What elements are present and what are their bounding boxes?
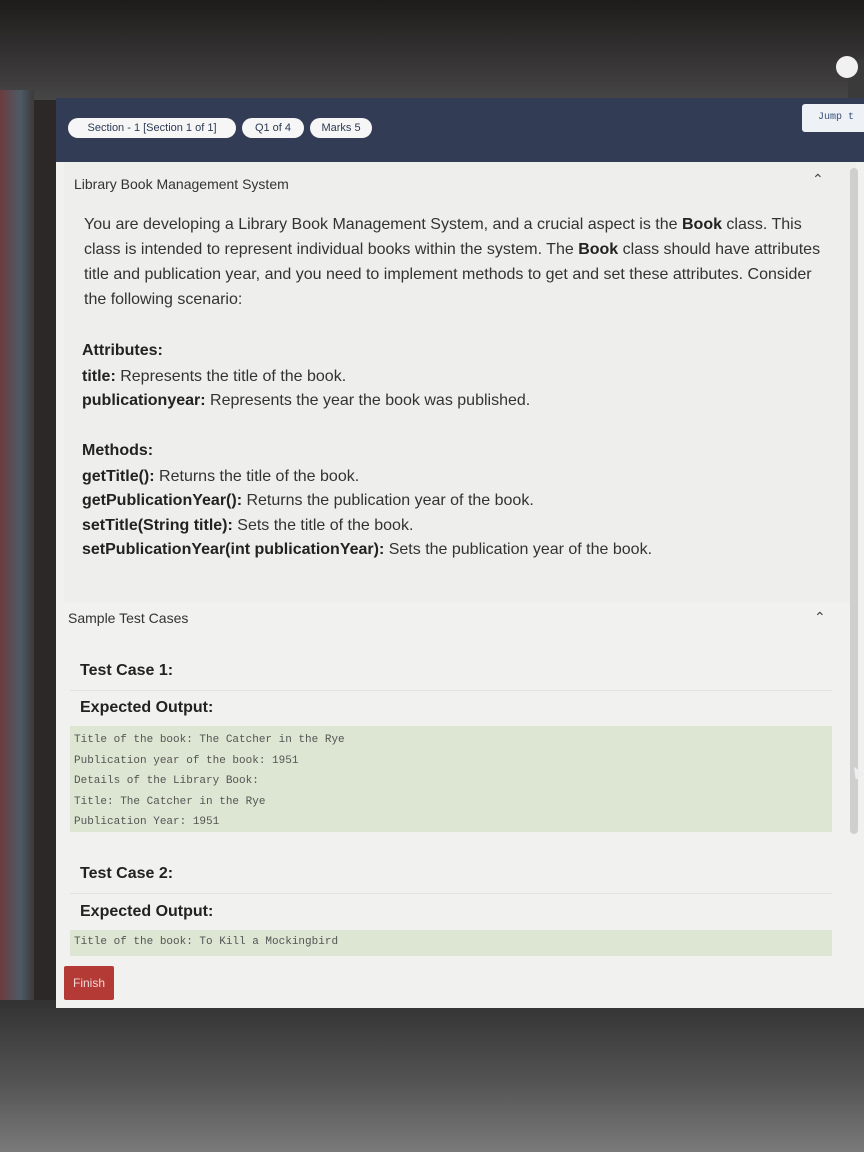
attribute-text: Represents the year the book was publish… — [205, 392, 531, 409]
method-line: getPublicationYear(): Returns the public… — [82, 492, 534, 510]
method-name: setPublicationYear(int publicationYear): — [82, 541, 385, 558]
laptop-bezel-bottom — [0, 1000, 864, 1152]
finish-button[interactable]: Finish — [64, 966, 114, 1000]
question-title: Library Book Management System — [74, 176, 289, 192]
attribute-text: Represents the title of the book. — [115, 368, 347, 385]
expected-output-box: Title of the book: The Catcher in the Ry… — [70, 726, 832, 832]
divider — [70, 893, 832, 894]
method-text: Returns the title of the book. — [154, 468, 360, 485]
method-line: setTitle(String title): Sets the title o… — [82, 517, 413, 535]
exam-screen: Section - 1 [Section 1 of 1] Q1 of 4 Mar… — [56, 98, 864, 1008]
chevron-up-icon[interactable]: ⌃ — [814, 610, 826, 624]
desc-bold: Book — [681, 216, 722, 233]
divider — [70, 690, 832, 691]
question-description: You are developing a Library Book Manage… — [84, 212, 824, 312]
method-name: getTitle(): — [82, 468, 155, 485]
question-panel: Library Book Management System ⌃ You are… — [64, 162, 856, 602]
expected-output-label: Expected Output: — [80, 903, 214, 920]
exam-header-bar: Section - 1 [Section 1 of 1] Q1 of 4 Mar… — [56, 98, 864, 162]
background-edge-left — [0, 90, 34, 1050]
attribute-line: title: Represents the title of the book. — [82, 368, 346, 386]
methods-heading: Methods: — [82, 442, 154, 459]
output-line: Publication year of the book: 1951 — [74, 754, 299, 767]
chevron-up-icon[interactable]: ⌃ — [812, 172, 824, 186]
output-line: Title: The Catcher in the Rye — [74, 795, 266, 808]
attribute-line: publicationyear: Represents the year the… — [82, 392, 530, 410]
sample-test-cases-heading: Sample Test Cases — [68, 610, 189, 626]
laptop-bezel-top — [0, 0, 864, 100]
attribute-name: publicationyear: — [82, 392, 206, 409]
test-case-label: Test Case 2: — [80, 865, 174, 882]
expected-output-label: Expected Output: — [80, 699, 214, 716]
method-line: getTitle(): Returns the title of the boo… — [82, 468, 359, 486]
section-selector[interactable]: Section - 1 [Section 1 of 1] — [68, 118, 236, 138]
method-text: Returns the publication year of the book… — [242, 492, 534, 509]
camera-light — [836, 56, 858, 78]
output-line: Title of the book: The Catcher in the Ry… — [74, 734, 345, 746]
method-name: getPublicationYear(): — [82, 492, 243, 509]
test-case-label: Test Case 1: — [80, 662, 174, 679]
attributes-heading: Attributes: — [82, 342, 163, 359]
method-text: Sets the title of the book. — [232, 517, 414, 534]
marks-badge: Marks 5 — [310, 118, 372, 138]
output-line: Title of the book: To Kill a Mockingbird — [74, 936, 339, 948]
desc-bold: Book — [578, 241, 619, 258]
method-text: Sets the publication year of the book. — [384, 541, 653, 558]
scrollbar[interactable] — [850, 168, 858, 834]
desc-text: You are developing a Library Book Manage… — [84, 216, 682, 233]
output-line: Publication Year: 1951 — [74, 816, 220, 828]
output-line: Details of the Library Book: — [74, 775, 259, 787]
method-name: setTitle(String title): — [82, 517, 233, 534]
jump-to-button[interactable]: Jump t — [802, 104, 864, 132]
expected-output-box: Title of the book: To Kill a Mockingbird — [70, 930, 832, 956]
method-line: setPublicationYear(int publicationYear):… — [82, 541, 652, 559]
question-counter[interactable]: Q1 of 4 — [242, 118, 304, 138]
attribute-name: title: — [82, 368, 116, 385]
